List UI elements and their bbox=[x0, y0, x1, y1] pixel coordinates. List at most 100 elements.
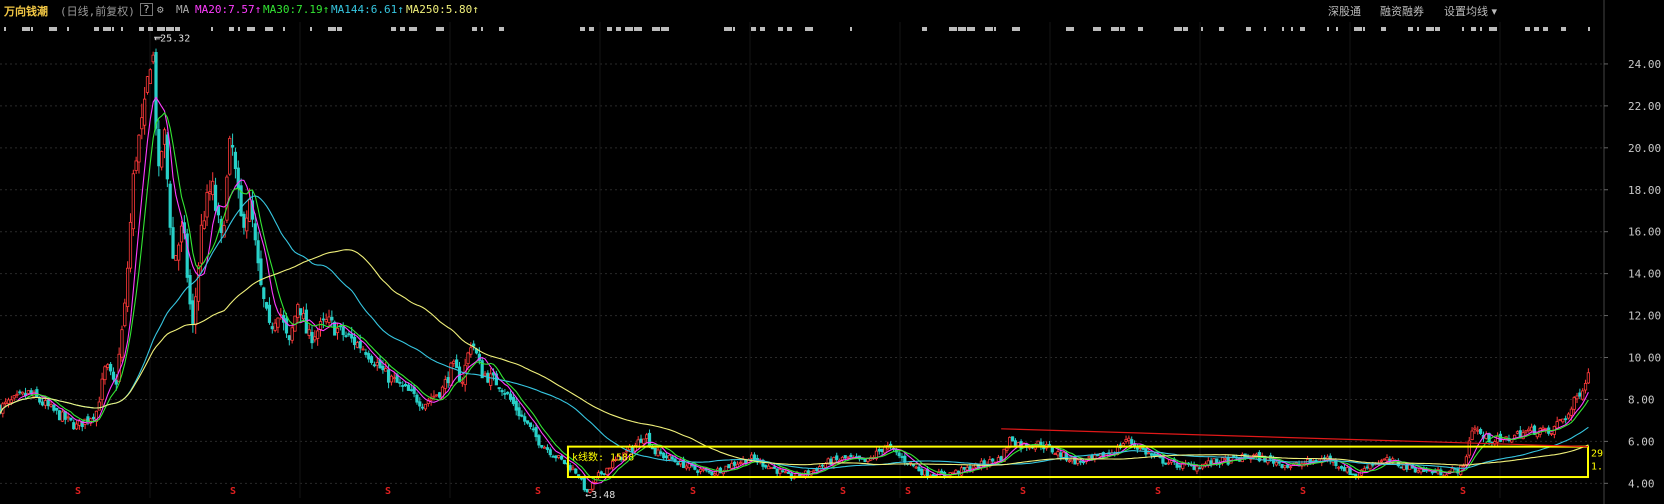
y-tick-label: 24.00 bbox=[1628, 58, 1661, 71]
event-marker bbox=[1363, 27, 1365, 31]
candle-body bbox=[228, 137, 232, 175]
candle-body bbox=[69, 417, 73, 421]
candle-body bbox=[381, 365, 385, 371]
event-marker bbox=[1417, 27, 1419, 31]
candle-body bbox=[384, 368, 388, 372]
candle-body bbox=[443, 379, 447, 389]
event-marker bbox=[31, 27, 33, 31]
candle-body bbox=[324, 319, 328, 323]
candle-body bbox=[1076, 459, 1080, 464]
candle-body bbox=[284, 318, 289, 334]
event-marker bbox=[310, 27, 312, 31]
candle-body bbox=[208, 191, 212, 194]
candle-body bbox=[684, 465, 689, 469]
candle-body bbox=[931, 474, 935, 477]
event-marker bbox=[1183, 27, 1188, 31]
event-marker bbox=[499, 27, 504, 31]
candle-body bbox=[914, 466, 918, 469]
candle-body bbox=[1286, 464, 1290, 468]
candle-body bbox=[676, 462, 680, 466]
candle-body bbox=[316, 330, 320, 339]
event-marker bbox=[1327, 27, 1329, 31]
candle-body bbox=[404, 383, 408, 387]
candle-body bbox=[991, 458, 995, 462]
candle-body bbox=[664, 455, 669, 459]
candle-body bbox=[4, 401, 8, 404]
candle-body bbox=[1132, 443, 1137, 447]
candle-body bbox=[1223, 457, 1227, 460]
event-marker bbox=[724, 27, 732, 31]
candle-body bbox=[883, 446, 887, 454]
y-tick-label: 12.00 bbox=[1628, 310, 1661, 323]
candle-body bbox=[1081, 460, 1086, 464]
chart-window: 万向钱潮 (日线,前复权) ? ⚙ MA MA20:7.57↑ MA30:7.1… bbox=[0, 0, 1664, 504]
candle-body bbox=[66, 416, 70, 419]
candle-body bbox=[1215, 458, 1219, 464]
candle-body bbox=[307, 329, 311, 336]
event-marker bbox=[148, 27, 153, 31]
candle-body bbox=[1382, 458, 1386, 461]
candle-body bbox=[500, 390, 504, 393]
candle-body bbox=[843, 455, 847, 459]
candle-body bbox=[145, 76, 150, 93]
candle-body bbox=[662, 452, 666, 459]
candle-body bbox=[131, 173, 135, 230]
candle-body bbox=[109, 363, 113, 372]
candle-body bbox=[310, 331, 314, 344]
candle-body bbox=[1558, 419, 1562, 422]
candle-body bbox=[1175, 462, 1179, 468]
candle-body bbox=[355, 342, 359, 348]
candle-body bbox=[386, 369, 391, 383]
y-tick-label: 14.00 bbox=[1628, 268, 1661, 281]
candle-body bbox=[528, 422, 533, 427]
candle-body bbox=[554, 455, 558, 459]
event-marker bbox=[238, 27, 240, 31]
event-marker bbox=[211, 27, 213, 31]
candle-body bbox=[571, 467, 575, 471]
event-marker bbox=[1111, 27, 1119, 31]
candle-body bbox=[46, 400, 50, 407]
candle-body bbox=[1461, 465, 1466, 468]
candle-body bbox=[313, 336, 317, 341]
event-marker bbox=[328, 27, 336, 31]
event-marker bbox=[1201, 27, 1203, 31]
candle-body bbox=[160, 150, 164, 168]
candle-body bbox=[111, 371, 116, 380]
event-marker bbox=[67, 27, 69, 31]
event-marker bbox=[616, 27, 621, 31]
event-marker bbox=[1480, 27, 1482, 31]
candle-body bbox=[1005, 447, 1009, 451]
candle-body bbox=[1561, 418, 1565, 423]
y-tick-label: 10.00 bbox=[1628, 352, 1661, 365]
candle-body bbox=[472, 343, 476, 347]
candle-body bbox=[730, 462, 734, 469]
candle-body bbox=[923, 469, 927, 476]
candle-body bbox=[1510, 439, 1514, 443]
candle-body bbox=[537, 435, 541, 446]
candle-body bbox=[1430, 471, 1434, 474]
candle-body bbox=[1498, 433, 1503, 442]
candle-body bbox=[775, 468, 779, 474]
candle-body bbox=[106, 364, 110, 368]
candle-body bbox=[401, 385, 405, 387]
candle-body bbox=[301, 312, 306, 320]
candle-body bbox=[687, 463, 691, 469]
candle-body bbox=[406, 384, 411, 391]
candle-body bbox=[6, 399, 11, 404]
dividend-marker: S bbox=[905, 486, 911, 497]
candle-body bbox=[1056, 451, 1060, 456]
candle-body bbox=[12, 395, 16, 399]
candle-body bbox=[196, 265, 201, 302]
candle-body bbox=[764, 465, 768, 468]
price-chart[interactable]: S S S S S S S S S S S k线数: 1588 29 1. ←25.32 ←3.48 24.… bbox=[0, 0, 1664, 504]
candle-body bbox=[123, 302, 127, 327]
candle-body bbox=[557, 455, 561, 458]
candle-body bbox=[1195, 465, 1199, 472]
candle-body bbox=[1036, 440, 1040, 445]
candle-body bbox=[679, 459, 683, 465]
candle-body bbox=[713, 473, 717, 476]
candle-body bbox=[653, 447, 657, 455]
candle-body bbox=[605, 467, 609, 475]
candle-body bbox=[1280, 463, 1284, 468]
dividend-marker: S bbox=[1300, 486, 1306, 497]
